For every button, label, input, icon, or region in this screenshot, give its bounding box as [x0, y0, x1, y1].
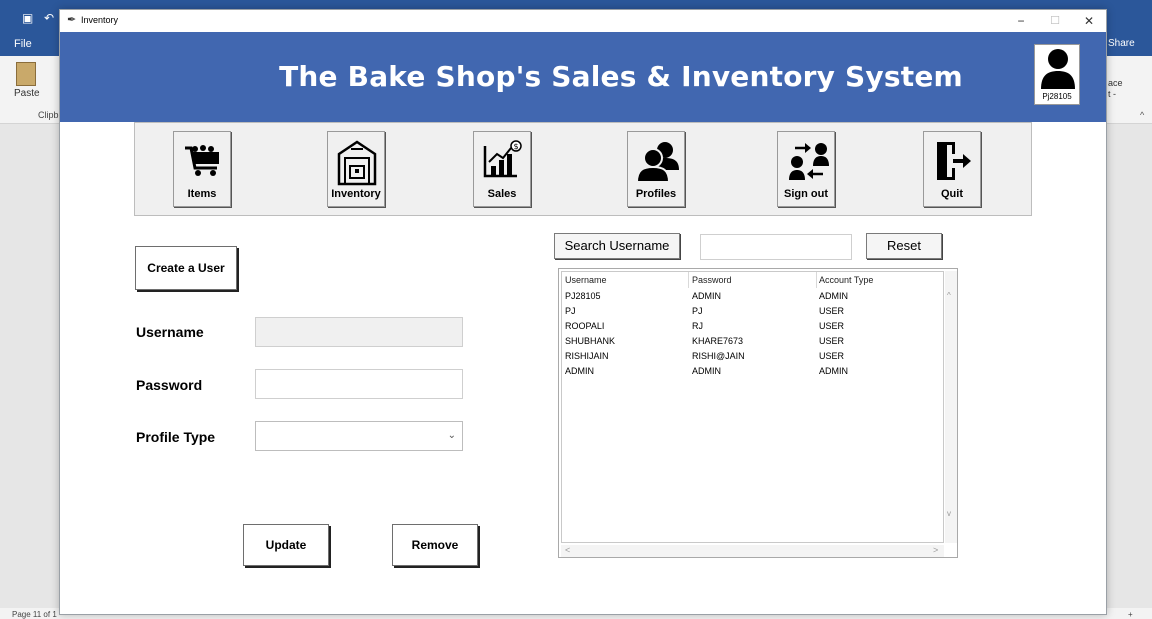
cell-account-type: USER	[819, 351, 845, 361]
cell-password: KHARE7673	[692, 336, 744, 346]
feather-icon: ✒	[67, 14, 77, 26]
window-titlebar[interactable]: ✒ Inventory − ☐ ✕	[60, 10, 1106, 32]
column-header-username[interactable]: Username	[565, 275, 607, 285]
window-title: Inventory	[81, 15, 119, 25]
users-table-body: Username Password Account Type PJ28105 A…	[561, 271, 944, 543]
cell-password: ADMIN	[692, 291, 721, 301]
chevron-down-icon[interactable]: ⌄	[448, 430, 456, 441]
cell-account-type: USER	[819, 336, 845, 346]
avatar[interactable]: Pj28105	[1034, 44, 1080, 105]
exit-door-icon	[937, 142, 971, 180]
undo-icon[interactable]: ↶	[44, 12, 54, 24]
share-button[interactable]: Share	[1108, 38, 1135, 49]
password-field[interactable]	[255, 369, 463, 399]
table-row[interactable]: PJ28105 ADMIN ADMIN	[562, 290, 943, 305]
profiles-button[interactable]: Profiles	[627, 131, 685, 207]
profile-type-label: Profile Type	[136, 429, 216, 445]
cell-username: RISHIJAIN	[565, 351, 609, 361]
search-username-button[interactable]: Search Username	[554, 233, 680, 259]
svg-text:$: $	[513, 142, 518, 151]
users-table[interactable]: Username Password Account Type PJ28105 A…	[558, 268, 958, 558]
app-header: The Bake Shop's Sales & Inventory System…	[60, 32, 1106, 122]
quit-button[interactable]: Quit	[923, 131, 981, 207]
sales-chart-icon: $	[483, 140, 522, 178]
sign-out-button[interactable]: Sign out	[777, 131, 835, 207]
horizontal-scrollbar[interactable]: < >	[561, 545, 944, 557]
inventory-window: ✒ Inventory − ☐ ✕ The Bake Shop's Sales …	[59, 9, 1107, 615]
chevron-up-icon[interactable]: ^	[947, 291, 951, 300]
remove-button[interactable]: Remove	[392, 524, 478, 566]
switch-user-icon	[789, 143, 829, 180]
table-row[interactable]: RISHIJAIN RISHI@JAIN USER	[562, 350, 943, 365]
cell-username: ADMIN	[565, 366, 594, 376]
vertical-scrollbar[interactable]: ^ v	[945, 271, 957, 543]
cell-password: RJ	[692, 321, 703, 331]
search-input[interactable]	[700, 234, 852, 260]
cell-password: RISHI@JAIN	[692, 351, 745, 361]
cell-password: PJ	[692, 306, 703, 316]
tab-file[interactable]: File	[14, 38, 32, 50]
maximize-button[interactable]: ☐	[1038, 12, 1072, 30]
column-header-password[interactable]: Password	[692, 275, 732, 285]
minimize-button[interactable]: −	[1004, 12, 1038, 30]
cell-username: SHUBHANK	[565, 336, 616, 346]
sign-out-label: Sign out	[784, 188, 828, 200]
table-header: Username Password Account Type	[562, 272, 943, 288]
quit-label: Quit	[941, 188, 963, 200]
page-title: The Bake Shop's Sales & Inventory System	[279, 60, 963, 93]
items-button[interactable]: Items	[173, 131, 231, 207]
user-avatar-icon	[1041, 49, 1075, 89]
clipboard-group-label: Clipb	[38, 110, 59, 120]
warehouse-icon	[337, 140, 377, 186]
column-header-account-type[interactable]: Account Type	[819, 275, 873, 285]
chevron-left-icon[interactable]: <	[565, 545, 570, 555]
column-divider[interactable]	[816, 272, 817, 288]
users-icon	[637, 142, 679, 183]
chevron-right-icon[interactable]: >	[933, 545, 938, 555]
table-row[interactable]: PJ PJ USER	[562, 305, 943, 320]
main-toolbar: Items Inventory $ Sales Profiles Sign ou…	[134, 122, 1032, 216]
shopping-cart-icon	[185, 145, 219, 176]
cell-account-type: USER	[819, 306, 845, 316]
items-label: Items	[187, 188, 217, 200]
cell-account-type: ADMIN	[819, 366, 848, 376]
inventory-button[interactable]: Inventory	[327, 131, 385, 207]
reset-button[interactable]: Reset	[866, 233, 942, 259]
cell-username: PJ	[565, 306, 576, 316]
page-count-status: Page 11 of 1	[12, 610, 57, 619]
inventory-label: Inventory	[331, 188, 381, 200]
cell-account-type: USER	[819, 321, 845, 331]
password-label: Password	[136, 377, 203, 393]
save-icon[interactable]: ▣	[22, 12, 34, 24]
paste-button-label[interactable]: Paste	[14, 88, 40, 99]
username-field[interactable]	[255, 317, 463, 347]
column-divider[interactable]	[688, 272, 689, 288]
table-row[interactable]: ROOPALI RJ USER	[562, 320, 943, 335]
zoom-level[interactable]: + 110%	[1128, 610, 1152, 619]
profile-type-select[interactable]: ⌄	[255, 421, 463, 451]
chevron-down-icon[interactable]: v	[947, 509, 951, 518]
create-user-button[interactable]: Create a User	[135, 246, 237, 290]
table-row[interactable]: ADMIN ADMIN ADMIN	[562, 365, 943, 380]
username-label: Username	[136, 324, 204, 340]
paste-icon[interactable]	[16, 62, 36, 86]
cell-password: ADMIN	[692, 366, 721, 376]
table-row[interactable]: SHUBHANK KHARE7673 USER	[562, 335, 943, 350]
profiles-label: Profiles	[635, 188, 677, 200]
cell-username: PJ28105	[565, 291, 601, 301]
current-user-label: Pj28105	[1042, 92, 1072, 101]
sales-button[interactable]: $ Sales	[473, 131, 531, 207]
chevron-up-icon[interactable]: ^	[1140, 110, 1144, 120]
update-button[interactable]: Update	[243, 524, 329, 566]
cell-username: ROOPALI	[565, 321, 605, 331]
close-button[interactable]: ✕	[1072, 12, 1106, 30]
sales-label: Sales	[487, 188, 517, 200]
cell-account-type: ADMIN	[819, 291, 848, 301]
